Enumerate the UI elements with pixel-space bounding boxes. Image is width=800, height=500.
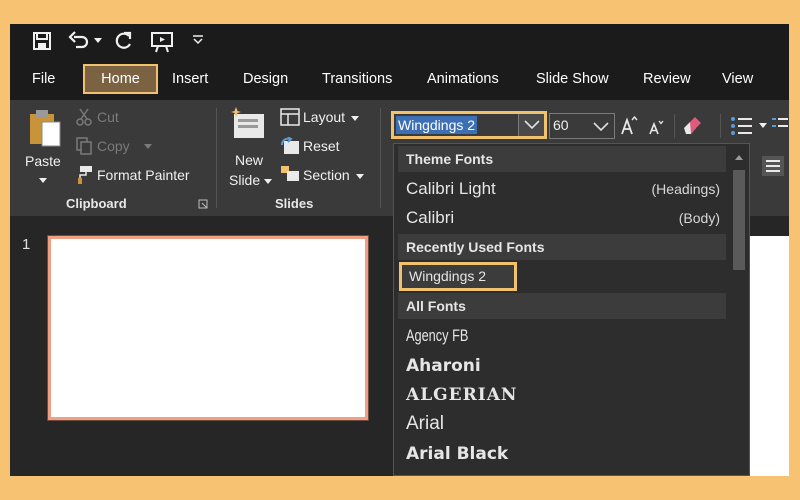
redo-icon[interactable] xyxy=(114,31,134,51)
font-size-box[interactable]: 60 xyxy=(549,113,615,139)
format-painter-icon xyxy=(78,166,92,184)
reset-button[interactable]: Reset xyxy=(303,138,340,154)
paste-icon[interactable] xyxy=(28,108,62,148)
bullets-dropdown-icon[interactable] xyxy=(759,123,767,129)
cut-button[interactable]: Cut xyxy=(97,109,119,125)
copy-dropdown-icon[interactable] xyxy=(144,144,152,150)
copy-button[interactable]: Copy xyxy=(97,138,130,154)
font-option-wingdings-2[interactable]: Wingdings 2 xyxy=(399,262,517,291)
section-icon xyxy=(281,166,299,181)
recently-used-fonts-header: Recently Used Fonts xyxy=(398,234,726,260)
paste-dropdown-icon[interactable] xyxy=(39,178,47,184)
ribbon-tabs: File Home Insert Design Transitions Anim… xyxy=(10,58,789,100)
font-option-agency-fb[interactable]: Agency FB xyxy=(406,321,726,351)
new-slide-dropdown-icon[interactable] xyxy=(264,179,272,185)
numbering-icon[interactable] xyxy=(772,116,788,136)
increase-font-size-icon[interactable] xyxy=(620,116,638,136)
font-option-algerian[interactable]: ALGERIAN xyxy=(406,380,726,410)
group-divider xyxy=(720,114,721,138)
font-name-value[interactable]: Wingdings 2 xyxy=(396,116,478,134)
slide-thumbnail[interactable] xyxy=(47,235,369,421)
scroll-up-icon[interactable] xyxy=(733,150,745,166)
layout-dropdown-icon[interactable] xyxy=(351,116,359,122)
tab-design[interactable]: Design xyxy=(235,64,296,94)
tab-animations[interactable]: Animations xyxy=(419,64,507,94)
all-fonts-header: All Fonts xyxy=(398,293,726,319)
font-dropdown-list: Theme Fonts Calibri Light (Headings) Cal… xyxy=(393,143,750,476)
font-option-aharoni[interactable]: Aharoni xyxy=(406,351,726,381)
slides-group-label: Slides xyxy=(275,196,314,211)
section-dropdown-icon[interactable] xyxy=(356,174,364,180)
chevron-down-icon xyxy=(524,120,540,130)
font-option-note: (Body) xyxy=(678,210,720,226)
tab-file[interactable]: File xyxy=(24,64,63,94)
reset-icon xyxy=(281,137,299,154)
new-slide-dropdown[interactable]: Slide xyxy=(229,172,260,188)
font-option-note: (Headings) xyxy=(651,181,720,197)
font-option-label: Wingdings 2 xyxy=(409,268,487,284)
decrease-font-size-icon[interactable] xyxy=(648,120,664,136)
font-option-label: Arial Black xyxy=(406,444,509,464)
undo-icon[interactable] xyxy=(68,31,90,51)
tab-slide-show[interactable]: Slide Show xyxy=(528,64,617,94)
tab-home[interactable]: Home xyxy=(83,64,158,94)
font-name-box[interactable]: Wingdings 2 xyxy=(391,111,547,139)
font-option-arial[interactable]: Arial xyxy=(406,409,726,439)
font-option-calibri[interactable]: Calibri (Body) xyxy=(406,203,726,233)
group-divider xyxy=(216,108,217,208)
dialog-launcher-icon[interactable] xyxy=(198,199,208,209)
font-option-label: Calibri xyxy=(406,208,455,227)
font-option-label: Calibri Light xyxy=(406,179,496,198)
paste-button[interactable]: Paste xyxy=(25,153,61,169)
font-size-dropdown-icon[interactable] xyxy=(592,121,610,133)
powerpoint-window: File Home Insert Design Transitions Anim… xyxy=(10,24,789,476)
slide-number: 1 xyxy=(22,236,31,253)
font-option-calibri-light[interactable]: Calibri Light (Headings) xyxy=(406,174,726,204)
scrollbar-thumb[interactable] xyxy=(733,170,745,270)
group-divider xyxy=(380,108,381,208)
save-icon[interactable] xyxy=(32,31,52,51)
layout-icon xyxy=(280,108,300,126)
customize-qat-icon[interactable] xyxy=(192,35,204,45)
clear-formatting-icon[interactable] xyxy=(682,116,704,136)
font-option-label: Aharoni xyxy=(406,356,481,376)
font-option-arial-black[interactable]: Arial Black xyxy=(406,439,726,469)
font-option-label: Arial xyxy=(406,413,445,434)
tab-insert[interactable]: Insert xyxy=(164,64,216,94)
group-divider xyxy=(674,114,675,138)
tab-review[interactable]: Review xyxy=(635,64,699,94)
layout-button[interactable]: Layout xyxy=(303,109,345,125)
slide-canvas[interactable] xyxy=(750,236,789,476)
cut-icon xyxy=(76,108,92,126)
tab-transitions[interactable]: Transitions xyxy=(314,64,400,94)
undo-dropdown-icon[interactable] xyxy=(94,38,102,44)
font-name-dropdown-button[interactable] xyxy=(518,114,544,136)
clipboard-group-label: Clipboard xyxy=(66,196,127,211)
quick-access-toolbar xyxy=(10,24,789,58)
start-slideshow-icon[interactable] xyxy=(150,31,174,53)
new-slide-button[interactable]: New xyxy=(235,152,263,168)
format-painter-button[interactable]: Format Painter xyxy=(97,167,190,183)
copy-icon xyxy=(76,137,92,155)
font-list-scrollbar[interactable] xyxy=(730,148,748,473)
new-slide-icon[interactable] xyxy=(228,106,266,142)
font-option-label: ALGERIAN xyxy=(406,385,518,405)
section-button[interactable]: Section xyxy=(303,167,350,183)
font-size-value[interactable]: 60 xyxy=(553,117,569,133)
bullets-icon[interactable] xyxy=(730,116,754,136)
align-right-icon[interactable] xyxy=(762,156,784,176)
font-option-label: Agency FB xyxy=(406,326,469,345)
tab-view[interactable]: View xyxy=(714,64,761,94)
theme-fonts-header: Theme Fonts xyxy=(398,146,726,172)
